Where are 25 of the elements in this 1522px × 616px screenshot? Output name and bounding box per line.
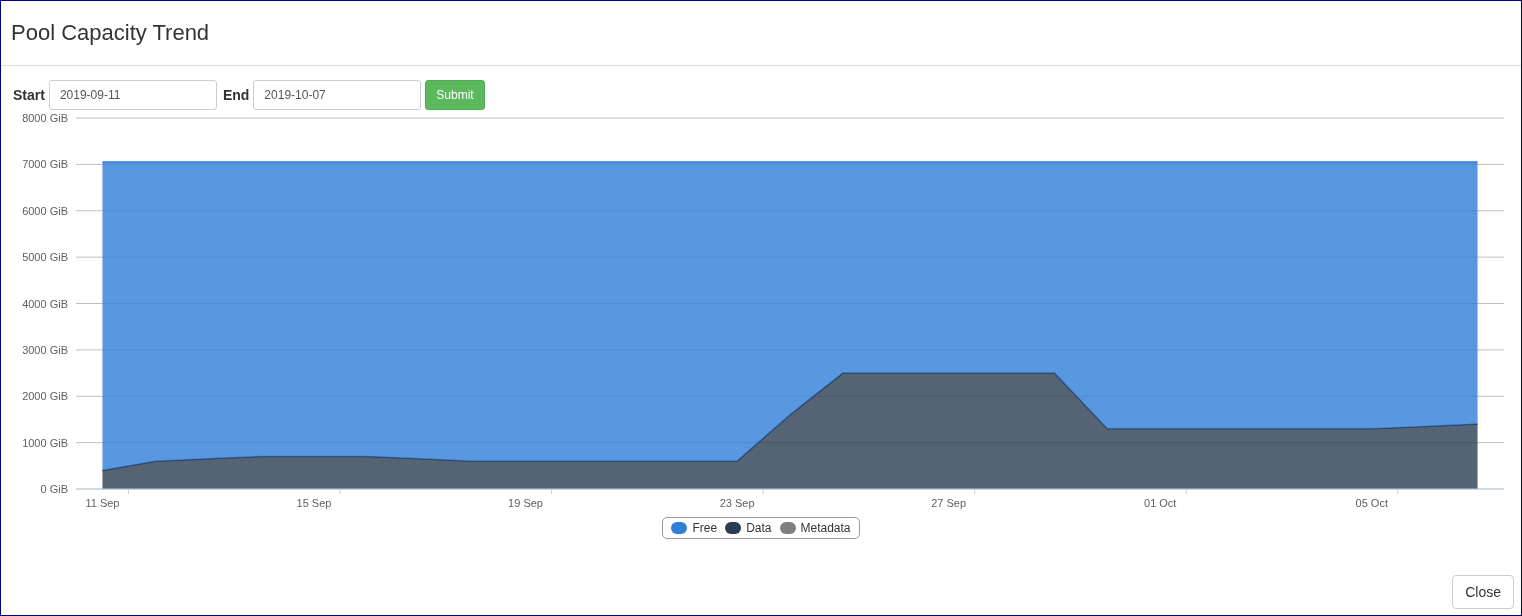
y-axis-label: 4000 GiB [22,297,68,310]
x-axis-label: 23 Sep [719,497,755,509]
y-axis-label: 6000 GiB [22,204,68,217]
close-button[interactable]: Close [1452,575,1514,609]
x-axis-label: 05 Oct [1355,497,1388,509]
y-axis-label: 0 GiB [40,483,68,495]
y-axis-label: 7000 GiB [22,158,68,171]
y-axis-label: 5000 GiB [22,251,68,264]
dialog-title: Pool Capacity Trend [11,20,210,46]
x-axis-label: 19 Sep [508,497,543,509]
legend-label[interactable]: Free [692,521,718,535]
legend-label[interactable]: Metadata [800,521,851,535]
x-axis-label: 11 Sep [85,497,120,509]
y-axis-label: 2000 GiB [22,390,68,403]
x-axis-label: 01 Oct [1144,497,1177,509]
y-axis-label: 8000 GiB [22,112,68,124]
date-label: Start [13,87,45,103]
date-field[interactable]: 2019-10-07 [253,80,422,110]
y-axis-label: 3000 GiB [22,343,68,356]
date-label: End [222,87,250,103]
x-axis-label: 15 Sep [296,497,332,509]
y-axis-label: 1000 GiB [22,436,68,449]
date-field[interactable]: 2019-09-11 [48,80,217,110]
x-axis-label: 27 Sep [931,497,967,509]
legend-label[interactable]: Data [746,521,772,535]
